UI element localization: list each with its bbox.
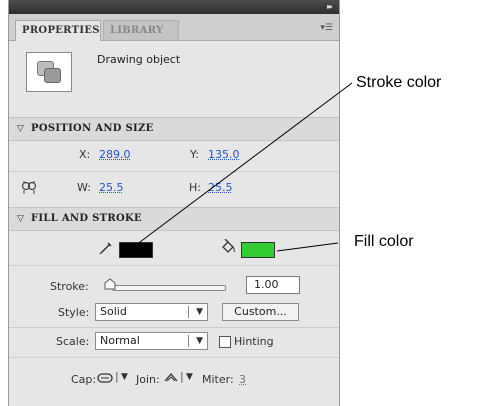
panel-title-bar: ▸▸	[9, 0, 339, 14]
style-dropdown[interactable]: Solid ▼	[95, 303, 208, 321]
section-title: FILL AND STROKE	[31, 213, 142, 224]
scale-label: Scale:	[56, 335, 90, 348]
section-title: POSITION AND SIZE	[31, 123, 154, 134]
stroke-width-input[interactable]: 1.00	[246, 276, 300, 294]
panel-menu-icon[interactable]: ▾☰	[320, 23, 333, 33]
chevron-down-icon: ▼	[196, 307, 203, 317]
y-value[interactable]: 135.0	[208, 148, 240, 161]
section-position-size[interactable]: ▽ POSITION AND SIZE	[9, 117, 339, 141]
pencil-icon	[99, 242, 112, 255]
style-value: Solid	[100, 305, 127, 318]
miter-label: Miter:	[202, 373, 234, 386]
y-label: Y:	[190, 148, 199, 161]
cap-round-icon[interactable]	[97, 372, 113, 384]
stroke-label: Stroke:	[50, 280, 89, 293]
properties-panel: ▸▸ PROPERTIES LIBRARY ▾☰ Drawing object …	[8, 0, 340, 406]
stroke-color-annotation: Stroke color	[356, 74, 442, 91]
scale-dropdown[interactable]: Normal ▼	[95, 332, 208, 350]
fill-color-annotation: Fill color	[354, 233, 414, 250]
tab-library[interactable]: LIBRARY	[103, 20, 179, 40]
scale-value: Normal	[100, 334, 140, 347]
x-value[interactable]: 289.0	[99, 148, 131, 161]
join-label: Join:	[136, 373, 160, 386]
cap-label: Cap:	[71, 373, 97, 386]
style-label: Style:	[58, 306, 90, 319]
stroke-slider-thumb[interactable]	[104, 278, 116, 290]
section-fill-stroke[interactable]: ▽ FILL AND STROKE	[9, 207, 339, 231]
divider	[9, 171, 339, 172]
chevron-down-icon[interactable]: ▼	[186, 372, 193, 382]
stroke-color-swatch[interactable]	[119, 242, 153, 258]
fill-color-swatch[interactable]	[241, 242, 275, 258]
hinting-checkbox[interactable]	[219, 336, 231, 348]
chevron-down-icon[interactable]: ▼	[121, 372, 128, 382]
join-round-icon[interactable]	[164, 371, 178, 383]
h-label: H:	[189, 181, 201, 194]
object-info: Drawing object	[9, 41, 339, 105]
paint-bucket-icon	[222, 239, 235, 253]
lock-proportions-icon[interactable]	[21, 180, 37, 196]
miter-value[interactable]: 3	[239, 373, 246, 386]
expand-triangle-icon[interactable]: ▽	[17, 118, 24, 140]
h-value[interactable]: 25.5	[208, 181, 233, 194]
collapse-panel-icon[interactable]: ▸▸	[327, 2, 333, 11]
tab-properties[interactable]: PROPERTIES	[15, 20, 101, 41]
drawing-object-icon	[26, 52, 72, 92]
divider	[9, 327, 339, 328]
w-label: W:	[77, 181, 91, 194]
expand-triangle-icon[interactable]: ▽	[17, 208, 24, 230]
hinting-label: Hinting	[234, 335, 274, 348]
chevron-down-icon: ▼	[196, 336, 203, 346]
tab-bar: PROPERTIES LIBRARY ▾☰	[9, 14, 339, 41]
x-label: X:	[79, 148, 91, 161]
stroke-slider-track[interactable]	[112, 285, 226, 291]
object-type-label: Drawing object	[97, 53, 181, 66]
divider	[9, 357, 339, 358]
divider	[9, 265, 339, 266]
custom-button[interactable]: Custom...	[222, 303, 299, 321]
w-value[interactable]: 25.5	[99, 181, 124, 194]
